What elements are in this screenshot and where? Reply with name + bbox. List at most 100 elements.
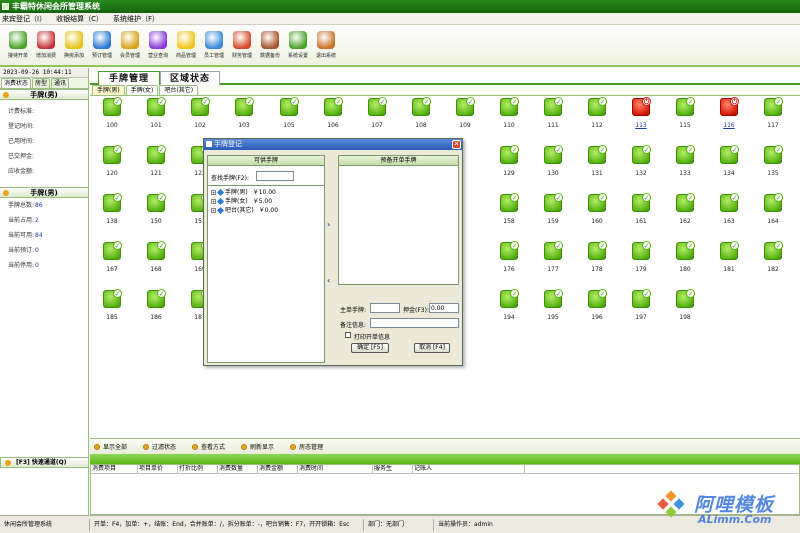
ok-button[interactable]: 确定 [F5] (351, 343, 389, 353)
room-card[interactable]: ✓ 197 (628, 289, 654, 326)
room-card[interactable]: ✓ 186 (143, 289, 169, 326)
room-card[interactable]: ✓ 150 (143, 193, 169, 230)
room-card[interactable]: ✓ 178 (584, 241, 610, 278)
room-card[interactable]: ✓ 196 (584, 289, 610, 326)
room-card[interactable]: ✓ 132 (628, 145, 654, 182)
toolbar-button[interactable]: 换房添加 (60, 25, 88, 65)
room-card[interactable]: ✓ 182 (760, 241, 786, 278)
room-card[interactable]: ✓ 102 (187, 97, 213, 134)
room-card[interactable]: ✓ 133 (672, 145, 698, 182)
menu-system[interactable]: 系统维护（F） (113, 14, 159, 24)
room-card[interactable]: ✓ 115 (672, 97, 698, 134)
room-card[interactable]: ✓ 135 (760, 145, 786, 182)
toolbar-button[interactable]: 财务管理 (228, 25, 256, 65)
room-card[interactable]: ✓ 195 (540, 289, 566, 326)
room-card[interactable]: ✓ 168 (143, 241, 169, 278)
print-checkbox[interactable] (345, 332, 351, 338)
tab-contact[interactable]: 通讯 (51, 78, 70, 88)
tree-item[interactable]: + 吧台(其它) ￥0.00 (211, 206, 278, 215)
room-card[interactable]: ✓ 180 (672, 241, 698, 278)
toolbar-button[interactable]: 增加消费 (32, 25, 60, 65)
room-card[interactable]: ✓ 194 (496, 289, 522, 326)
room-card[interactable]: ✓ 164 (760, 193, 786, 230)
room-card[interactable]: ✓ 111 (540, 97, 566, 134)
room-card[interactable]: ✓ 106 (320, 97, 346, 134)
arrow-right-icon[interactable]: › (327, 221, 335, 229)
room-card[interactable]: ✓ 162 (672, 193, 698, 230)
close-icon[interactable]: ✕ (452, 140, 461, 149)
toolbar-button[interactable]: 会员管理 (116, 25, 144, 65)
room-card[interactable]: ✓ 138 (99, 193, 125, 230)
action-button[interactable]: 刷新显示 (241, 442, 274, 451)
room-card[interactable]: ✓ 167 (99, 241, 125, 278)
column-header[interactable]: 项目单价 (138, 465, 178, 473)
room-card[interactable]: ✓ 131 (584, 145, 610, 182)
menu-checkin[interactable]: 来宾登记（I） (2, 14, 46, 24)
room-card[interactable]: ✓ 105 (276, 97, 302, 134)
subtab-male[interactable]: 手牌(男) (92, 85, 125, 95)
room-card[interactable]: ✓ 107 (364, 97, 390, 134)
tab-area-status[interactable]: 区域状态 (160, 71, 220, 85)
room-card[interactable]: ✓ 185 (99, 289, 125, 326)
room-card[interactable]: ✓ 121 (143, 145, 169, 182)
toolbar-button[interactable]: 数据备份 (256, 25, 284, 65)
column-header[interactable]: 消费时间 (298, 465, 373, 473)
toolbar-button[interactable]: 商品管理 (172, 25, 200, 65)
room-card[interactable]: ✓ 176 (496, 241, 522, 278)
column-header[interactable]: 消费数量 (218, 465, 258, 473)
action-button[interactable]: 查看方式 (192, 442, 225, 451)
action-button[interactable]: 过滤状态 (143, 442, 176, 451)
arrow-left-icon[interactable]: ‹ (327, 277, 335, 285)
cancel-button[interactable]: 取消 [F4] (414, 343, 450, 353)
tab-room-type[interactable]: 房型 (32, 78, 51, 88)
quick-channel-header[interactable]: [F3] 快速通道(Q) (0, 457, 89, 468)
remark-input[interactable] (370, 318, 459, 328)
room-card[interactable]: ⏻ 113 (628, 97, 654, 134)
column-header[interactable]: 记账人 (413, 465, 525, 473)
room-card[interactable]: ✓ 100 (99, 97, 125, 134)
tree-item[interactable]: + 手牌(男) ￥10.00 (211, 188, 278, 197)
room-card[interactable]: ✓ 177 (540, 241, 566, 278)
subtab-bar[interactable]: 吧台(其它) (159, 85, 199, 95)
room-card[interactable]: ✓ 161 (628, 193, 654, 230)
action-button[interactable]: 房态管理 (290, 442, 323, 451)
room-card[interactable]: ✓ 110 (496, 97, 522, 134)
room-card[interactable]: ✓ 159 (540, 193, 566, 230)
room-card[interactable]: ✓ 160 (584, 193, 610, 230)
toolbar-button[interactable]: 营业查询 (144, 25, 172, 65)
expand-icon[interactable]: + (211, 208, 216, 213)
room-card[interactable]: ✓ 112 (584, 97, 610, 134)
room-card[interactable]: ✓ 198 (672, 289, 698, 326)
tab-consume-status[interactable]: 消费状态 (1, 78, 32, 88)
room-card[interactable]: ✓ 109 (452, 97, 478, 134)
main-card-input[interactable] (370, 303, 400, 313)
room-card[interactable]: ⏻ 116 (716, 97, 742, 134)
room-card[interactable]: ✓ 120 (99, 145, 125, 182)
expand-icon[interactable]: + (211, 190, 216, 195)
tree-item[interactable]: + 手牌(女) ￥5.00 (211, 197, 278, 206)
toolbar-button[interactable]: 退出系统 (312, 25, 340, 65)
room-card[interactable]: ✓ 163 (716, 193, 742, 230)
room-card[interactable]: ✓ 103 (231, 97, 257, 134)
room-card[interactable]: ✓ 181 (716, 241, 742, 278)
subtab-female[interactable]: 手牌(女) (125, 85, 159, 95)
menu-checkout[interactable]: 收银结算（C） (56, 14, 103, 24)
toolbar-button[interactable]: 系统设置 (284, 25, 312, 65)
action-button[interactable]: 显示全部 (94, 442, 127, 451)
room-card[interactable]: ✓ 108 (408, 97, 434, 134)
room-card[interactable]: ✓ 130 (540, 145, 566, 182)
column-header[interactable]: 服务生 (373, 465, 413, 473)
room-card[interactable]: ✓ 158 (496, 193, 522, 230)
room-card[interactable]: ✓ 134 (716, 145, 742, 182)
expand-icon[interactable]: + (211, 199, 216, 204)
toolbar-button[interactable]: 员工管理 (200, 25, 228, 65)
deposit-input[interactable]: 0.00 (429, 303, 459, 313)
toolbar-button[interactable]: 预订管理 (88, 25, 116, 65)
room-card[interactable]: ✓ 101 (143, 97, 169, 134)
room-card[interactable]: ✓ 117 (760, 97, 786, 134)
column-header[interactable]: 打折比例 (178, 465, 218, 473)
column-header[interactable]: 消费金额 (258, 465, 298, 473)
toolbar-button[interactable]: 接待开单 (4, 25, 32, 65)
column-header[interactable]: 消费项目 (91, 465, 138, 473)
search-input[interactable] (256, 171, 294, 181)
